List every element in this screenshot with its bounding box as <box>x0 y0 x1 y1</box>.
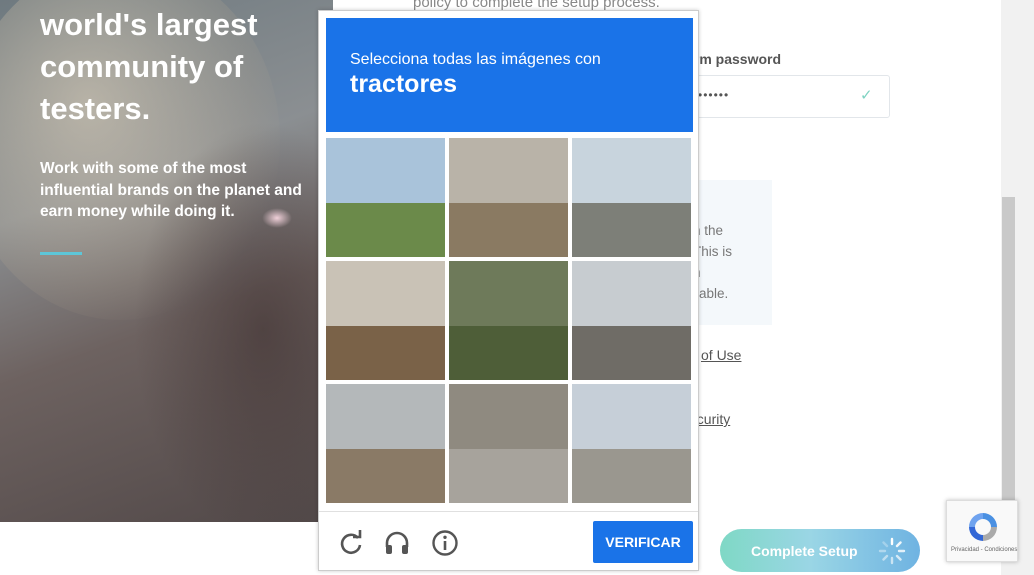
hero-title: world's largest community of testers. <box>40 4 320 130</box>
tile-power-pole-road[interactable] <box>326 138 445 257</box>
recaptcha-badge-links[interactable]: Privacidad - Condiciones <box>951 547 1017 553</box>
terms-of-use-link[interactable]: of Use <box>701 347 741 363</box>
challenge-header: Selecciona todas las imágenes con tracto… <box>326 18 693 132</box>
hero-subtitle: Work with some of the most influential b… <box>40 160 302 220</box>
info-icon[interactable] <box>431 529 459 557</box>
scrollbar-thumb[interactable] <box>1002 197 1015 507</box>
tile-tractor-road[interactable] <box>326 384 445 503</box>
tile-tractors-field[interactable] <box>326 261 445 380</box>
hero-accent-line <box>40 252 82 255</box>
verify-button[interactable]: VERIFICAR <box>593 521 693 563</box>
confirm-password-value: •••••• <box>698 88 730 102</box>
hero-title-line: world's largest <box>40 7 258 42</box>
hero-title-line: community of <box>40 49 244 84</box>
tile-bicycles-sidewalk[interactable] <box>449 384 568 503</box>
tile-bridge-road[interactable] <box>572 261 691 380</box>
tile-traffic-light[interactable] <box>449 138 568 257</box>
challenge-divider <box>319 511 698 512</box>
loading-spinner-icon <box>878 537 906 565</box>
recaptcha-challenge: Selecciona todas las imágenes con tracto… <box>318 10 699 571</box>
confirm-password-label: irm password <box>690 51 782 67</box>
page: world's largest community of testers. Wo… <box>0 0 1034 575</box>
reload-icon[interactable] <box>337 529 365 557</box>
check-icon: ✓ <box>860 87 873 104</box>
audio-challenge-icon[interactable] <box>383 529 411 557</box>
tile-green-tractor[interactable] <box>449 261 568 380</box>
tile-palm-tree-blurry[interactable] <box>572 384 691 503</box>
hero-panel: world's largest community of testers. Wo… <box>0 0 333 522</box>
hero-title-line: testers. <box>40 91 151 126</box>
recaptcha-logo-icon <box>969 513 997 541</box>
challenge-instruction: Selecciona todas las imágenes con <box>350 51 601 68</box>
challenge-target: tractores <box>350 70 457 98</box>
recaptcha-badge[interactable]: Privacidad - Condiciones <box>946 500 1018 562</box>
image-grid <box>326 138 693 505</box>
tile-highway-intersection[interactable] <box>572 138 691 257</box>
